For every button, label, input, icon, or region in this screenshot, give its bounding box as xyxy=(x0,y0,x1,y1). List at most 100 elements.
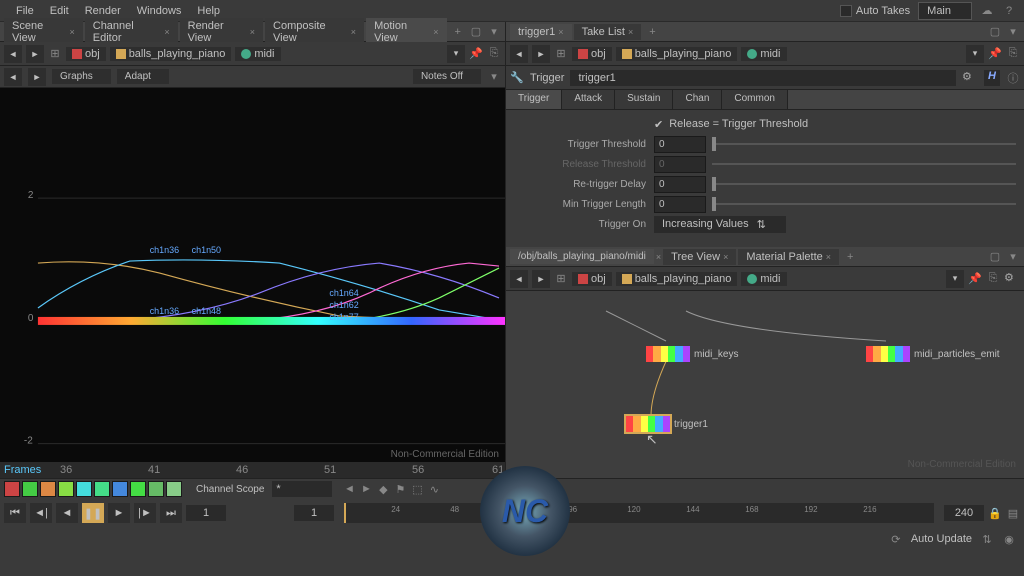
maximize-icon[interactable]: ▢ xyxy=(469,25,483,39)
param-tab-attack[interactable]: Attack xyxy=(562,90,615,109)
nav-back-button[interactable]: ◄ xyxy=(4,45,22,63)
tab-take-list[interactable]: Take List× xyxy=(574,24,642,40)
menu-help[interactable]: Help xyxy=(189,5,228,17)
brain-icon[interactable]: ◉ xyxy=(1002,532,1016,546)
color-button[interactable] xyxy=(112,481,128,497)
cloud-icon[interactable]: ☁ xyxy=(980,4,994,18)
close-icon[interactable]: × xyxy=(164,27,169,37)
path-dropdown-button[interactable]: ▾ xyxy=(946,270,964,288)
add-tab-button[interactable]: + xyxy=(449,24,467,40)
pin-icon[interactable]: 📌 xyxy=(988,47,1002,61)
pin-icon[interactable]: 📌 xyxy=(469,47,483,61)
node-path-label[interactable]: /obj/balls_playing_piano/midi xyxy=(510,249,654,264)
pin-icon[interactable]: 📌 xyxy=(968,272,982,286)
graph-area[interactable]: 2 0 -2 ch1n36 ch1n50 xyxy=(0,88,505,478)
add-tab-button[interactable]: + xyxy=(643,24,661,40)
path-node[interactable]: midi xyxy=(235,47,280,61)
next-button[interactable]: ► xyxy=(28,68,46,86)
scope-flag-icon[interactable]: ⚑ xyxy=(393,482,407,496)
param-tab-chan[interactable]: Chan xyxy=(673,90,722,109)
close-icon[interactable]: × xyxy=(69,27,74,37)
menu-icon[interactable]: ▾ xyxy=(487,25,501,39)
path-dropdown-button[interactable]: ▾ xyxy=(447,45,465,63)
min-trigger-length-input[interactable]: 0 xyxy=(654,196,706,213)
notes-dropdown[interactable]: Notes Off xyxy=(413,69,481,84)
start-frame-input[interactable]: 1 xyxy=(294,505,334,521)
help-icon[interactable]: ? xyxy=(1002,4,1016,18)
path-scene[interactable]: balls_playing_piano xyxy=(616,272,738,286)
add-tab-button[interactable]: + xyxy=(841,249,859,265)
close-icon[interactable]: × xyxy=(351,27,356,37)
color-button[interactable] xyxy=(130,481,146,497)
path-scene[interactable]: balls_playing_piano xyxy=(110,47,232,61)
network-icon[interactable]: ⊞ xyxy=(554,47,568,61)
close-icon[interactable]: × xyxy=(826,252,831,262)
auto-takes-toggle[interactable]: Auto Takes xyxy=(840,5,910,17)
link-icon[interactable]: ⎘ xyxy=(487,47,501,61)
close-icon[interactable]: × xyxy=(433,27,438,37)
trigger-threshold-slider[interactable] xyxy=(712,138,1016,150)
color-button[interactable] xyxy=(22,481,38,497)
first-frame-button[interactable]: ⏮ xyxy=(4,503,26,523)
menu-icon[interactable]: ▾ xyxy=(1006,250,1020,264)
tab-material-palette[interactable]: Material Palette× xyxy=(738,249,839,265)
param-tab-sustain[interactable]: Sustain xyxy=(615,90,673,109)
path-dropdown-button[interactable]: ▾ xyxy=(966,45,984,63)
menu-edit[interactable]: Edit xyxy=(42,5,77,17)
trigger-threshold-input[interactable]: 0 xyxy=(654,136,706,153)
node-trigger1[interactable]: trigger1 xyxy=(626,416,708,432)
release-eq-toggle[interactable]: ✔ Release = Trigger Threshold xyxy=(506,114,1024,134)
pause-button[interactable]: ❚❚ xyxy=(82,503,104,523)
timeline-cursor[interactable] xyxy=(344,503,346,523)
play-forward-button[interactable]: ► xyxy=(108,503,130,523)
color-button[interactable] xyxy=(58,481,74,497)
adapt-dropdown[interactable]: Adapt xyxy=(117,69,169,84)
network-icon[interactable]: ⊞ xyxy=(48,47,62,61)
retrigger-delay-slider[interactable] xyxy=(712,178,1016,190)
close-icon[interactable]: × xyxy=(628,27,633,37)
link-icon[interactable]: ⎘ xyxy=(986,272,1000,286)
nav-forward-button[interactable]: ► xyxy=(26,45,44,63)
node-midi-keys[interactable]: midi_keys xyxy=(646,346,738,362)
path-node[interactable]: midi xyxy=(741,272,786,286)
node-view[interactable]: midi_keys midi_particles_emit trigger1 ↖… xyxy=(506,291,1024,478)
scope-curve-icon[interactable]: ∿ xyxy=(427,482,441,496)
graphs-dropdown[interactable]: Graphs xyxy=(52,69,111,84)
gear-icon[interactable]: ⚙ xyxy=(1004,271,1020,287)
refresh-icon[interactable]: ⟳ xyxy=(889,532,903,546)
timeline-track[interactable]: 24 48 72 96 120 144 168 192 216 xyxy=(344,503,934,523)
range-menu-icon[interactable]: ▤ xyxy=(1006,506,1020,520)
close-icon[interactable]: × xyxy=(250,27,255,37)
scope-next-icon[interactable]: ► xyxy=(359,482,373,496)
tab-tree-view[interactable]: Tree View× xyxy=(663,249,736,265)
color-button[interactable] xyxy=(4,481,20,497)
gear-icon[interactable]: ⚙ xyxy=(962,70,978,86)
prev-key-button[interactable]: ◄| xyxy=(30,503,52,523)
nav-forward-button[interactable]: ► xyxy=(532,45,550,63)
color-button[interactable] xyxy=(40,481,56,497)
color-button[interactable] xyxy=(148,481,164,497)
help-h-icon[interactable]: H xyxy=(984,70,1000,86)
path-obj[interactable]: obj xyxy=(66,47,106,61)
scope-link-icon[interactable]: ⬚ xyxy=(410,482,424,496)
take-dropdown[interactable]: Main xyxy=(918,2,972,20)
lock-range-icon[interactable]: 🔒 xyxy=(988,506,1002,520)
last-frame-button[interactable]: ⏭ xyxy=(160,503,182,523)
menu-render[interactable]: Render xyxy=(77,5,129,17)
close-icon[interactable]: × xyxy=(723,252,728,262)
menu-windows[interactable]: Windows xyxy=(129,5,190,17)
nav-forward-button[interactable]: ► xyxy=(532,270,550,288)
channel-scope-input[interactable]: * xyxy=(272,481,332,497)
end-frame-input[interactable]: 240 xyxy=(944,505,984,521)
scope-prev-icon[interactable]: ◄ xyxy=(342,482,356,496)
retrigger-delay-input[interactable]: 0 xyxy=(654,176,706,193)
trigger-on-dropdown[interactable]: Increasing Values⇅ xyxy=(654,216,786,233)
play-back-button[interactable]: ◄ xyxy=(56,503,78,523)
menu-file[interactable]: File xyxy=(8,5,42,17)
param-tab-common[interactable]: Common xyxy=(722,90,788,109)
maximize-icon[interactable]: ▢ xyxy=(988,25,1002,39)
color-button[interactable] xyxy=(94,481,110,497)
path-obj[interactable]: obj xyxy=(572,272,612,286)
path-obj[interactable]: obj xyxy=(572,47,612,61)
nav-back-button[interactable]: ◄ xyxy=(510,270,528,288)
